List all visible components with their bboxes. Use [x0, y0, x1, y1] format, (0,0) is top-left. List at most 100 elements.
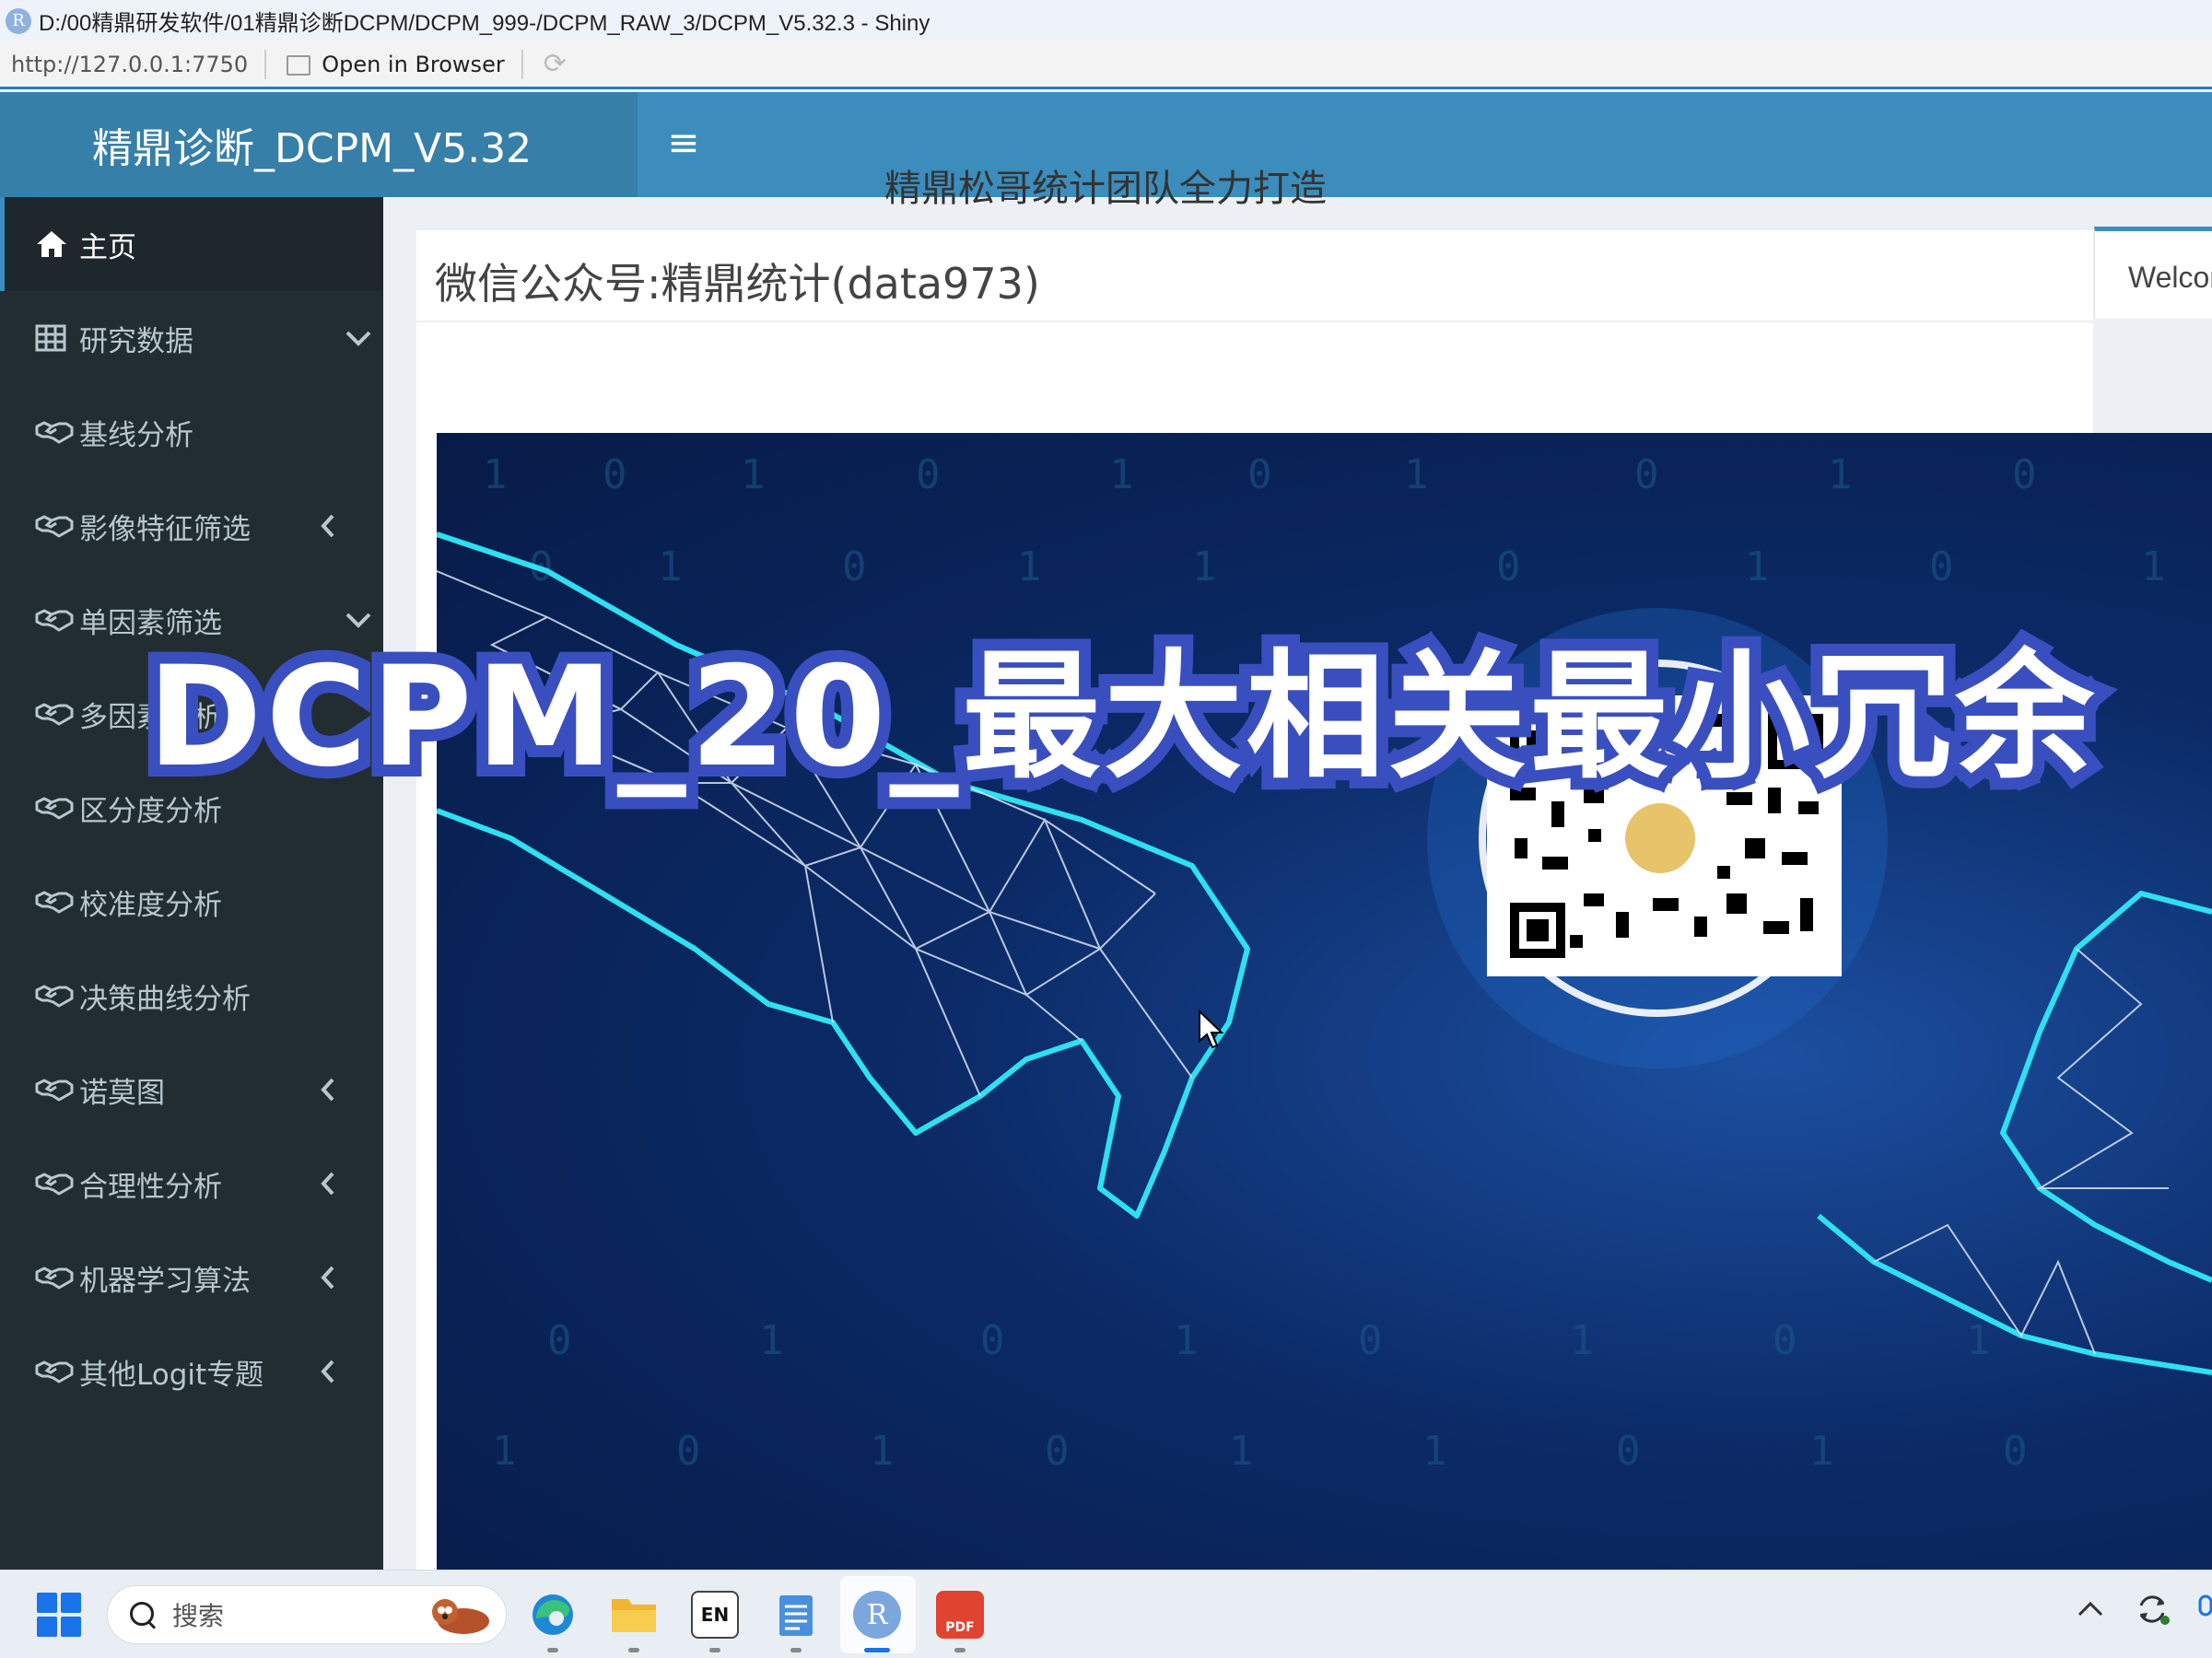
toolbar-divider — [264, 49, 267, 79]
sidebar: 主页 研究数据 基线分析 影像特征筛选 单因素筛选 多因素分析 区分度分析 校准… — [0, 197, 383, 1570]
svg-text:1: 1 — [2141, 543, 2166, 590]
handshake-icon — [35, 1077, 77, 1103]
handshake-icon — [35, 795, 77, 821]
refresh-icon[interactable]: ⟳ — [544, 48, 567, 80]
taskbar-running-dot — [628, 1648, 639, 1652]
file-explorer-icon[interactable] — [610, 1591, 658, 1639]
svg-text:0: 0 — [980, 1317, 1005, 1364]
microphone-icon[interactable] — [2198, 1593, 2212, 1629]
sidebar-item-label: 校准度分析 — [79, 888, 222, 922]
handshake-icon — [35, 513, 77, 539]
overlay-title-text: DCPM_20_最大相关最小冗余 — [147, 637, 2098, 798]
svg-text:1: 1 — [1229, 1428, 1254, 1475]
chevron-left-icon — [319, 479, 337, 573]
sidebar-item-label: 研究数据 — [79, 324, 193, 358]
red-panda-icon — [432, 1599, 489, 1634]
svg-text:1: 1 — [1570, 1317, 1595, 1364]
home-icon — [35, 229, 77, 259]
svg-text:1: 1 — [1174, 1317, 1199, 1364]
svg-text:0: 0 — [1634, 451, 1659, 498]
sidebar-item-label: 诺莫图 — [79, 1076, 165, 1110]
r-app-taskbar-icon[interactable]: R — [853, 1591, 901, 1639]
svg-text:1: 1 — [870, 1428, 895, 1475]
sidebar-item-label: 主页 — [79, 230, 136, 264]
address-url[interactable]: http://127.0.0.1:7750 — [11, 52, 248, 77]
sidebar-item-research-data[interactable]: 研究数据 — [0, 291, 383, 385]
handshake-icon — [35, 1265, 77, 1290]
chevron-left-icon — [319, 1137, 337, 1231]
svg-text:1: 1 — [1966, 1317, 1991, 1364]
handshake-icon — [35, 701, 77, 727]
sidebar-item-calibration[interactable]: 校准度分析 — [0, 855, 383, 949]
chevron-up-icon[interactable] — [2077, 1600, 2104, 1618]
svg-text:0: 0 — [1773, 1317, 1797, 1364]
windows-start-icon[interactable] — [37, 1593, 81, 1637]
svg-text:1: 1 — [1017, 543, 1042, 590]
taskbar-search-placeholder: 搜索 — [172, 1601, 225, 1631]
handshake-icon — [35, 889, 77, 915]
sidebar-item-machine-learning[interactable]: 机器学习算法 — [0, 1231, 383, 1325]
window-titlebar: R D:/00精鼎研发软件/01精鼎诊断DCPM/DCPM_999-/DCPM_… — [0, 0, 2212, 41]
taskbar-active-indicator — [864, 1648, 890, 1652]
svg-text:0: 0 — [603, 451, 627, 498]
tab-welcome[interactable]: Welcome — [2094, 227, 2212, 319]
svg-text:1: 1 — [1192, 543, 1217, 590]
sidebar-item-decision-curve[interactable]: 决策曲线分析 — [0, 949, 383, 1043]
svg-text:1: 1 — [1422, 1428, 1447, 1475]
svg-text:1: 1 — [1109, 451, 1134, 498]
svg-text:0: 0 — [1616, 1428, 1641, 1475]
handshake-icon — [35, 983, 77, 1009]
taskbar: 搜索 EN R PDF — [0, 1570, 2212, 1658]
sidebar-item-label: 机器学习算法 — [79, 1264, 251, 1298]
window-title: D:/00精鼎研发软件/01精鼎诊断DCPM/DCPM_999-/DCPM_RA… — [39, 11, 930, 36]
notepad-icon[interactable] — [772, 1591, 820, 1639]
svg-text:1: 1 — [1404, 451, 1429, 498]
chevron-left-icon — [319, 1043, 337, 1137]
page-title: 微信公众号:精鼎统计(data973) — [435, 259, 1040, 309]
sidebar-item-image-features[interactable]: 影像特征筛选 — [0, 479, 383, 573]
svg-text:1: 1 — [483, 451, 508, 498]
handshake-icon — [35, 1359, 77, 1384]
taskbar-search[interactable]: 搜索 — [107, 1585, 507, 1644]
sidebar-item-label: 影像特征筛选 — [79, 512, 251, 546]
table-icon — [35, 324, 77, 352]
svg-text:0: 0 — [1045, 1428, 1070, 1475]
address-bar: http://127.0.0.1:7750 Open in Browser ⟳ — [0, 41, 2212, 89]
sidebar-item-label: 决策曲线分析 — [79, 982, 251, 1016]
open-in-browser-icon[interactable] — [283, 53, 311, 76]
input-method-icon[interactable]: EN — [691, 1591, 739, 1639]
video-title-overlay: DCPM_20_最大相关最小冗余 — [138, 626, 2106, 810]
chevron-down-icon — [345, 291, 372, 385]
edge-browser-icon[interactable] — [529, 1591, 577, 1639]
open-in-browser-button[interactable]: Open in Browser — [322, 52, 505, 77]
taskbar-running-dot — [709, 1648, 720, 1652]
svg-text:0: 0 — [2003, 1428, 2028, 1475]
svg-text:0: 0 — [2012, 451, 2037, 498]
taskbar-running-dot — [790, 1648, 802, 1652]
svg-text:0: 0 — [1247, 451, 1272, 498]
sidebar-item-rationality[interactable]: 合理性分析 — [0, 1137, 383, 1231]
handshake-icon — [35, 607, 77, 633]
svg-text:1: 1 — [1828, 451, 1853, 498]
svg-text:0: 0 — [547, 1317, 572, 1364]
sidebar-item-other-logit[interactable]: 其他Logit专题 — [0, 1325, 383, 1419]
chevron-left-icon — [319, 1231, 337, 1325]
pdf-app-icon[interactable]: PDF — [936, 1591, 984, 1639]
svg-text:1: 1 — [759, 1317, 784, 1364]
sync-icon[interactable] — [2134, 1591, 2171, 1628]
sidebar-item-baseline[interactable]: 基线分析 — [0, 385, 383, 479]
sidebar-item-label: 合理性分析 — [79, 1170, 222, 1204]
svg-text:0: 0 — [676, 1428, 701, 1475]
banner-artwork: 1010101010 010110101 101011010 01010101 — [437, 451, 2212, 1475]
svg-text:0: 0 — [1929, 543, 1954, 590]
toolbar-divider — [521, 49, 523, 79]
svg-text:1: 1 — [492, 1428, 517, 1475]
taskbar-running-dot — [954, 1648, 966, 1652]
handshake-icon — [35, 419, 77, 445]
banner-image: 1010101010 010110101 101011010 01010101 — [437, 433, 2212, 1570]
svg-text:0: 0 — [1496, 543, 1521, 590]
svg-text:0: 0 — [1358, 1317, 1383, 1364]
handshake-icon — [35, 1171, 77, 1197]
sidebar-item-label: 基线分析 — [79, 418, 193, 452]
sidebar-item-nomogram[interactable]: 诺莫图 — [0, 1043, 383, 1137]
